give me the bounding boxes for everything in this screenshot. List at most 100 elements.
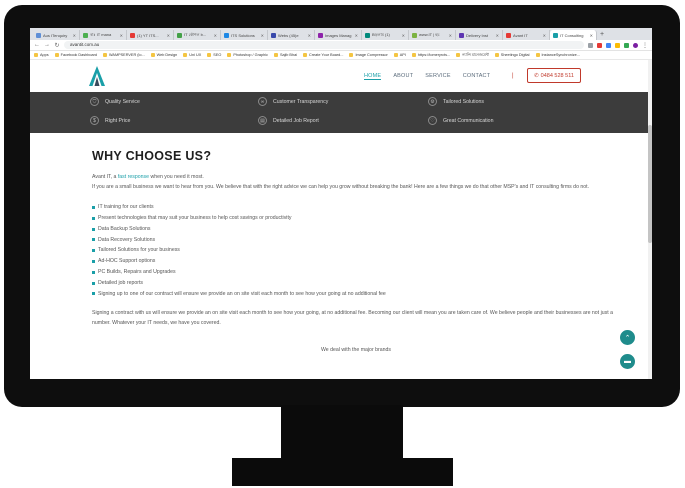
folder-icon (411, 53, 416, 57)
bullet-icon (92, 270, 95, 274)
bookmark-item[interactable]: ন্যান্সি মানেজমেন্ট (456, 52, 489, 59)
folder-icon (456, 53, 461, 57)
browser-tab[interactable]: www.IT | হচ ✕ (409, 30, 456, 40)
bookmark-item[interactable]: Create Your Board... (303, 53, 343, 57)
scrollbar-thumb[interactable] (648, 125, 652, 243)
bookmark-label: Sajib Bhai (279, 53, 298, 57)
folder-icon (183, 53, 188, 57)
back-icon[interactable]: ← (34, 42, 40, 48)
extension-icon[interactable] (597, 42, 602, 48)
bookmark-item[interactable]: WAMPSERVER (lo... (102, 53, 145, 57)
close-tab-icon[interactable]: ✕ (73, 33, 76, 38)
new-tab-button[interactable]: + (600, 30, 604, 40)
nav-link-contact[interactable]: CONTACT (463, 73, 491, 80)
list-item: Detailed job reports (92, 278, 620, 289)
bullet-icon (92, 260, 95, 264)
bookmark-item[interactable]: Photoshop / Graphic (227, 53, 268, 57)
list-item: Ad-HOC Support options (92, 256, 620, 267)
close-tab-icon[interactable]: ✕ (402, 33, 405, 38)
extension-icon[interactable] (615, 42, 620, 48)
browser-tab[interactable]: Images Manag ✕ (315, 30, 362, 40)
fast-response-link[interactable]: fast response (118, 174, 149, 180)
close-tab-icon[interactable]: ✕ (449, 33, 452, 38)
bookmark-item[interactable]: Facebook Dashboard (54, 53, 97, 57)
bookmark-item[interactable]: SEO (207, 53, 221, 57)
bookmark-label: https://tomeryrcts... (417, 53, 451, 57)
browser-tab[interactable]: Avant IT ✕ (503, 30, 550, 40)
bookmark-label: Image Compressor (355, 53, 388, 57)
brands-text: We deal with the major brands (321, 346, 391, 353)
feature-label: Customer Transparency (273, 98, 329, 105)
browser-tab-bar: Aus ITenquiry ✕ ৰাঃ IT mana ✕ (1) YT ITS... ✕… (30, 28, 652, 40)
tab-favicon-icon (365, 32, 370, 38)
bookmark-item[interactable]: https://tomeryrcts... (411, 53, 451, 57)
chat-button[interactable]: ▬ (620, 354, 635, 369)
shield-icon: ⛉ (90, 97, 99, 106)
forward-icon[interactable]: → (44, 42, 50, 48)
close-tab-icon[interactable]: ✕ (120, 33, 123, 38)
list-item-text: IT training for our clients (98, 204, 154, 211)
browser-tab[interactable]: ৰাঃ IT mana ✕ (80, 30, 127, 40)
bookmark-item[interactable]: Uni UX (183, 53, 201, 57)
feature-item: ⚙ Tailored Solutions (428, 97, 484, 106)
bookmark-item[interactable]: Web Design (150, 53, 177, 57)
reload-icon[interactable]: ↻ (54, 42, 60, 49)
bookmark-label: WAMPSERVER (lo... (108, 53, 145, 57)
browser-tab[interactable]: Aus ITenquiry ✕ (33, 30, 80, 40)
close-tab-icon[interactable]: ✕ (496, 33, 499, 38)
browser-tab[interactable]: (1) YT ITS... ✕ (127, 30, 174, 40)
feature-label: Right Price (105, 117, 131, 124)
browser-menu-icon[interactable]: ⋮ (642, 42, 648, 49)
browser-tab[interactable]: Webs (45)e ✕ (268, 30, 315, 40)
bookmark-label: SEO (213, 53, 222, 57)
bookmark-item[interactable]: Sajib Bhai (273, 53, 298, 57)
tab-label: www.IT | হচ (419, 31, 440, 37)
close-tab-icon[interactable]: ✕ (590, 33, 593, 38)
extension-icon[interactable] (588, 42, 593, 48)
close-tab-icon[interactable]: ✕ (355, 33, 358, 38)
nav-link-about[interactable]: ABOUT (393, 73, 413, 80)
browser-tab[interactable]: IT কৌশল b... ✕ (174, 30, 221, 40)
intro-text: Avant IT, a fast response when you need … (92, 173, 620, 183)
list-item-text: Data Backup Solutions (98, 225, 151, 232)
list-item: PC Builds, Repairs and Upgrades (92, 267, 620, 278)
bookmark-label: Create Your Board... (309, 53, 344, 57)
tab-label: Bড়লাম (1) (372, 31, 390, 37)
bullet-icon (92, 206, 95, 210)
extension-icon[interactable] (606, 42, 611, 48)
contract-paragraph: Signing a contract with us will ensure w… (92, 310, 613, 326)
nav-link-home[interactable]: HOME (364, 73, 382, 80)
browser-tab[interactable]: IT Consulting ✕ (550, 30, 597, 40)
bookmark-item[interactable]: Sheetingo Digital (494, 53, 530, 57)
bookmark-item[interactable]: Image Compressor (349, 53, 388, 57)
close-tab-icon[interactable]: ✕ (543, 33, 546, 38)
bookmark-label: Apps (40, 53, 49, 57)
phone-button[interactable]: ✆ 0484 528 511 (527, 68, 581, 83)
bookmark-item[interactable]: InstanceSynchronize... (535, 53, 580, 57)
close-tab-icon[interactable]: ✕ (308, 33, 311, 38)
folder-icon (393, 53, 398, 57)
browser-tab[interactable]: ITS Solutions ✕ (221, 30, 268, 40)
browser-tab[interactable]: Bড়লাম (1) ✕ (362, 30, 409, 40)
chevron-up-icon: ⌃ (624, 334, 631, 342)
nav-link-service[interactable]: SERVICE (425, 73, 450, 80)
tab-favicon-icon (412, 32, 417, 38)
close-tab-icon[interactable]: ✕ (214, 33, 217, 38)
browser-tab[interactable]: Delivery Inst ✕ (456, 30, 503, 40)
extension-icon[interactable] (624, 42, 629, 48)
close-tab-icon[interactable]: ✕ (261, 33, 264, 38)
list-item-text: Detailed job reports (98, 279, 143, 286)
bookmark-item[interactable]: Apps (34, 53, 49, 57)
gear-icon: ⚙ (428, 97, 437, 106)
bookmark-item[interactable]: API (393, 53, 406, 57)
tab-favicon-icon (224, 32, 229, 38)
handshake-icon: ∞ (258, 97, 267, 106)
profile-avatar[interactable] (633, 42, 638, 48)
close-tab-icon[interactable]: ✕ (167, 33, 170, 38)
avant-it-logo[interactable] (88, 65, 106, 87)
url-input[interactable]: avantit.com.au (64, 41, 584, 49)
folder-icon (349, 53, 354, 57)
list-item: Tailored Solutions for your business (92, 245, 620, 256)
monitor-stand-base (232, 458, 453, 486)
scroll-to-top-button[interactable]: ⌃ (620, 330, 635, 345)
